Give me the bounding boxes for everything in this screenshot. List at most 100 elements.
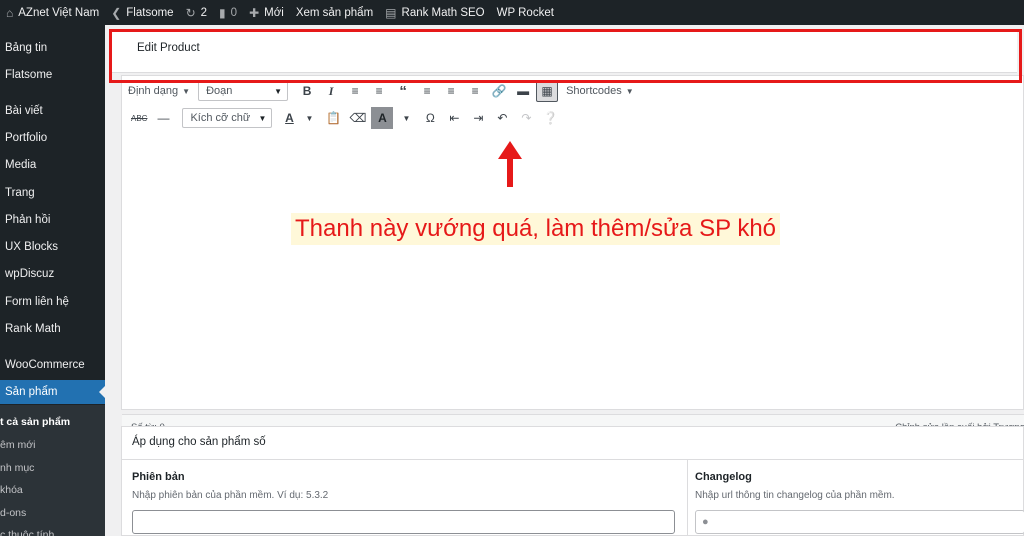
version-input[interactable] xyxy=(132,510,675,534)
version-description: Nhập phiên bản của phần mềm. Ví dụ: 5.3.… xyxy=(132,490,329,501)
paragraph-label: Đoạn xyxy=(206,85,233,97)
updates-icon: ↻ xyxy=(185,5,196,20)
submenu-item-add-new[interactable]: êm mới xyxy=(0,437,105,453)
sidebar-item-woocommerce[interactable]: WooCommerce xyxy=(0,353,105,377)
submenu-item-tags[interactable]: khóa xyxy=(0,482,105,498)
view-product-label: Xem sản phẩm xyxy=(295,6,374,19)
read-more-icon[interactable]: ▬ xyxy=(512,80,534,102)
main-content: Định dạng ▼ Đoạn ▼ B I ≡ ≡ “ ≡ ≡ ≡ 🔗 ▬ ▦… xyxy=(105,25,1024,536)
updates-count: 2 xyxy=(200,6,208,19)
comments-count: 0 xyxy=(230,6,238,19)
wp-rocket-label: WP Rocket xyxy=(496,6,554,19)
special-character-icon[interactable]: Ω xyxy=(419,107,441,129)
paste-text-icon[interactable]: 📋 xyxy=(322,107,344,129)
align-right-icon[interactable]: ≡ xyxy=(464,80,486,102)
changelog-label: Changelog xyxy=(695,471,752,483)
blockquote-icon[interactable]: “ xyxy=(392,80,414,102)
admin-bar-site[interactable]: ⌂ AZnet Việt Nam xyxy=(0,0,105,25)
caret-down-icon[interactable]: ▼ xyxy=(298,107,320,129)
sidebar-item-contact-form[interactable]: Form liên hệ xyxy=(0,290,105,314)
align-center-icon[interactable]: ≡ xyxy=(440,80,462,102)
redo-icon[interactable]: ↷ xyxy=(515,107,537,129)
caret-down-icon[interactable]: ▼ xyxy=(395,107,417,129)
sidebar-item-posts[interactable]: Bài viết xyxy=(0,99,105,123)
changelog-description: Nhập url thông tin changelog của phần mề… xyxy=(695,490,895,501)
outdent-icon[interactable]: ⇤ xyxy=(443,107,465,129)
rank-math-label: Rank Math SEO xyxy=(401,6,485,19)
chart-icon: ▤ xyxy=(385,5,397,20)
help-icon[interactable]: ❔ xyxy=(539,107,561,129)
strikethrough-icon[interactable]: ABC xyxy=(128,107,150,129)
admin-bar-new[interactable]: ✚ Mới xyxy=(243,0,290,25)
align-left-icon[interactable]: ≡ xyxy=(416,80,438,102)
comment-icon: ▮ xyxy=(219,5,226,20)
numbered-list-icon[interactable]: ≡ xyxy=(368,80,390,102)
theme-name: Flatsome xyxy=(126,6,174,19)
bold-icon[interactable]: B xyxy=(296,80,318,102)
shortcodes-label: Shortcodes xyxy=(566,85,622,97)
plus-icon: ✚ xyxy=(249,5,260,20)
sidebar-item-dashboard[interactable]: Bảng tin xyxy=(0,36,105,60)
products-submenu: t cả sản phẩm êm mới nh mục khóa d-ons c… xyxy=(0,405,105,536)
version-label: Phiên bản xyxy=(132,471,185,483)
caret-down-icon: ▼ xyxy=(258,113,267,123)
text-color-icon[interactable]: A xyxy=(278,107,300,129)
format-label: Định dạng xyxy=(128,85,179,97)
submenu-item-attributes[interactable]: c thuộc tính xyxy=(0,527,105,536)
home-icon: ⌂ xyxy=(6,5,14,20)
admin-bar: ⌂ AZnet Việt Nam ❮ Flatsome ↻ 2 ▮ 0 ✚ Mớ… xyxy=(0,0,1024,25)
editor-toolbar-secondary: ABC — Kích cỡ chữ ▼ A ▼ 📋 ⌫ A ▼ Ω ⇤ ⇥ ↶ … xyxy=(122,105,1024,131)
changelog-url-input[interactable]: ● xyxy=(695,510,1024,534)
metabox-divider xyxy=(122,459,1024,460)
caret-down-icon: ▼ xyxy=(182,86,191,96)
background-color-icon[interactable]: A xyxy=(371,107,394,129)
admin-bar-comments[interactable]: ▮ 0 xyxy=(213,0,243,25)
admin-bar-rank-math[interactable]: ▤ Rank Math SEO xyxy=(379,0,490,25)
sidebar-item-products[interactable]: Sản phẩm xyxy=(0,380,105,404)
sidebar-item-media[interactable]: Media xyxy=(0,153,105,177)
sidebar-item-wpdiscuz[interactable]: wpDiscuz xyxy=(0,262,105,286)
caret-down-icon: ▼ xyxy=(625,86,634,96)
toolbar-toggle-icon[interactable]: ▦ xyxy=(536,80,559,102)
horizontal-line-icon[interactable]: — xyxy=(152,107,174,129)
submenu-item-all-products[interactable]: t cả sản phẩm xyxy=(0,414,105,430)
page-title: Edit Product xyxy=(137,42,200,54)
metabox-column-divider xyxy=(687,460,688,536)
editor-toolbar-primary: Định dạng ▼ Đoạn ▼ B I ≡ ≡ “ ≡ ≡ ≡ 🔗 ▬ ▦… xyxy=(122,78,1024,104)
sticky-product-header: Edit Product xyxy=(112,32,1017,73)
metabox-title: Áp dụng cho sản phẩm số xyxy=(132,436,266,448)
editor-content-area[interactable] xyxy=(122,134,1023,372)
paragraph-select[interactable]: Đoạn ▼ xyxy=(198,81,289,101)
globe-icon: ● xyxy=(702,516,709,528)
indent-icon[interactable]: ⇥ xyxy=(467,107,489,129)
sidebar-item-comments[interactable]: Phản hồi xyxy=(0,208,105,232)
font-size-select[interactable]: Kích cỡ chữ ▼ xyxy=(182,108,273,128)
sidebar-item-pages[interactable]: Trang xyxy=(0,181,105,205)
admin-bar-updates[interactable]: ↻ 2 xyxy=(180,0,213,25)
sidebar-item-ux-blocks[interactable]: UX Blocks xyxy=(0,235,105,259)
new-label: Mới xyxy=(264,6,284,19)
clear-formatting-icon[interactable]: ⌫ xyxy=(346,107,369,129)
submenu-item-addons[interactable]: d-ons xyxy=(0,505,105,521)
submenu-item-categories[interactable]: nh mục xyxy=(0,460,105,476)
annotation-arrow-icon xyxy=(498,141,522,187)
site-name: AZnet Việt Nam xyxy=(18,6,100,19)
caret-down-icon: ▼ xyxy=(274,86,283,96)
sidebar-item-rank-math[interactable]: Rank Math xyxy=(0,317,105,341)
admin-sidebar: Bảng tin Flatsome Bài viết Portfolio Med… xyxy=(0,25,105,536)
font-size-label: Kích cỡ chữ xyxy=(190,112,251,124)
sidebar-item-portfolio[interactable]: Portfolio xyxy=(0,126,105,150)
shortcodes-dropdown[interactable]: Shortcodes ▼ xyxy=(560,80,640,102)
format-dropdown[interactable]: Định dạng ▼ xyxy=(122,80,196,102)
undo-icon[interactable]: ↶ xyxy=(491,107,513,129)
admin-bar-wp-rocket[interactable]: WP Rocket xyxy=(491,0,560,25)
link-icon[interactable]: 🔗 xyxy=(488,80,510,102)
admin-bar-theme[interactable]: ❮ Flatsome xyxy=(105,0,179,25)
annotation-text: Thanh này vướng quá, làm thêm/sửa SP khó xyxy=(291,213,781,245)
flatsome-icon: ❮ xyxy=(111,5,122,20)
digital-product-metabox: Áp dụng cho sản phẩm số Phiên bản Nhập p… xyxy=(121,426,1024,536)
sidebar-item-flatsome[interactable]: Flatsome xyxy=(0,63,105,87)
admin-bar-view-product[interactable]: Xem sản phẩm xyxy=(290,0,379,25)
bullet-list-icon[interactable]: ≡ xyxy=(344,80,366,102)
italic-icon[interactable]: I xyxy=(320,80,342,102)
